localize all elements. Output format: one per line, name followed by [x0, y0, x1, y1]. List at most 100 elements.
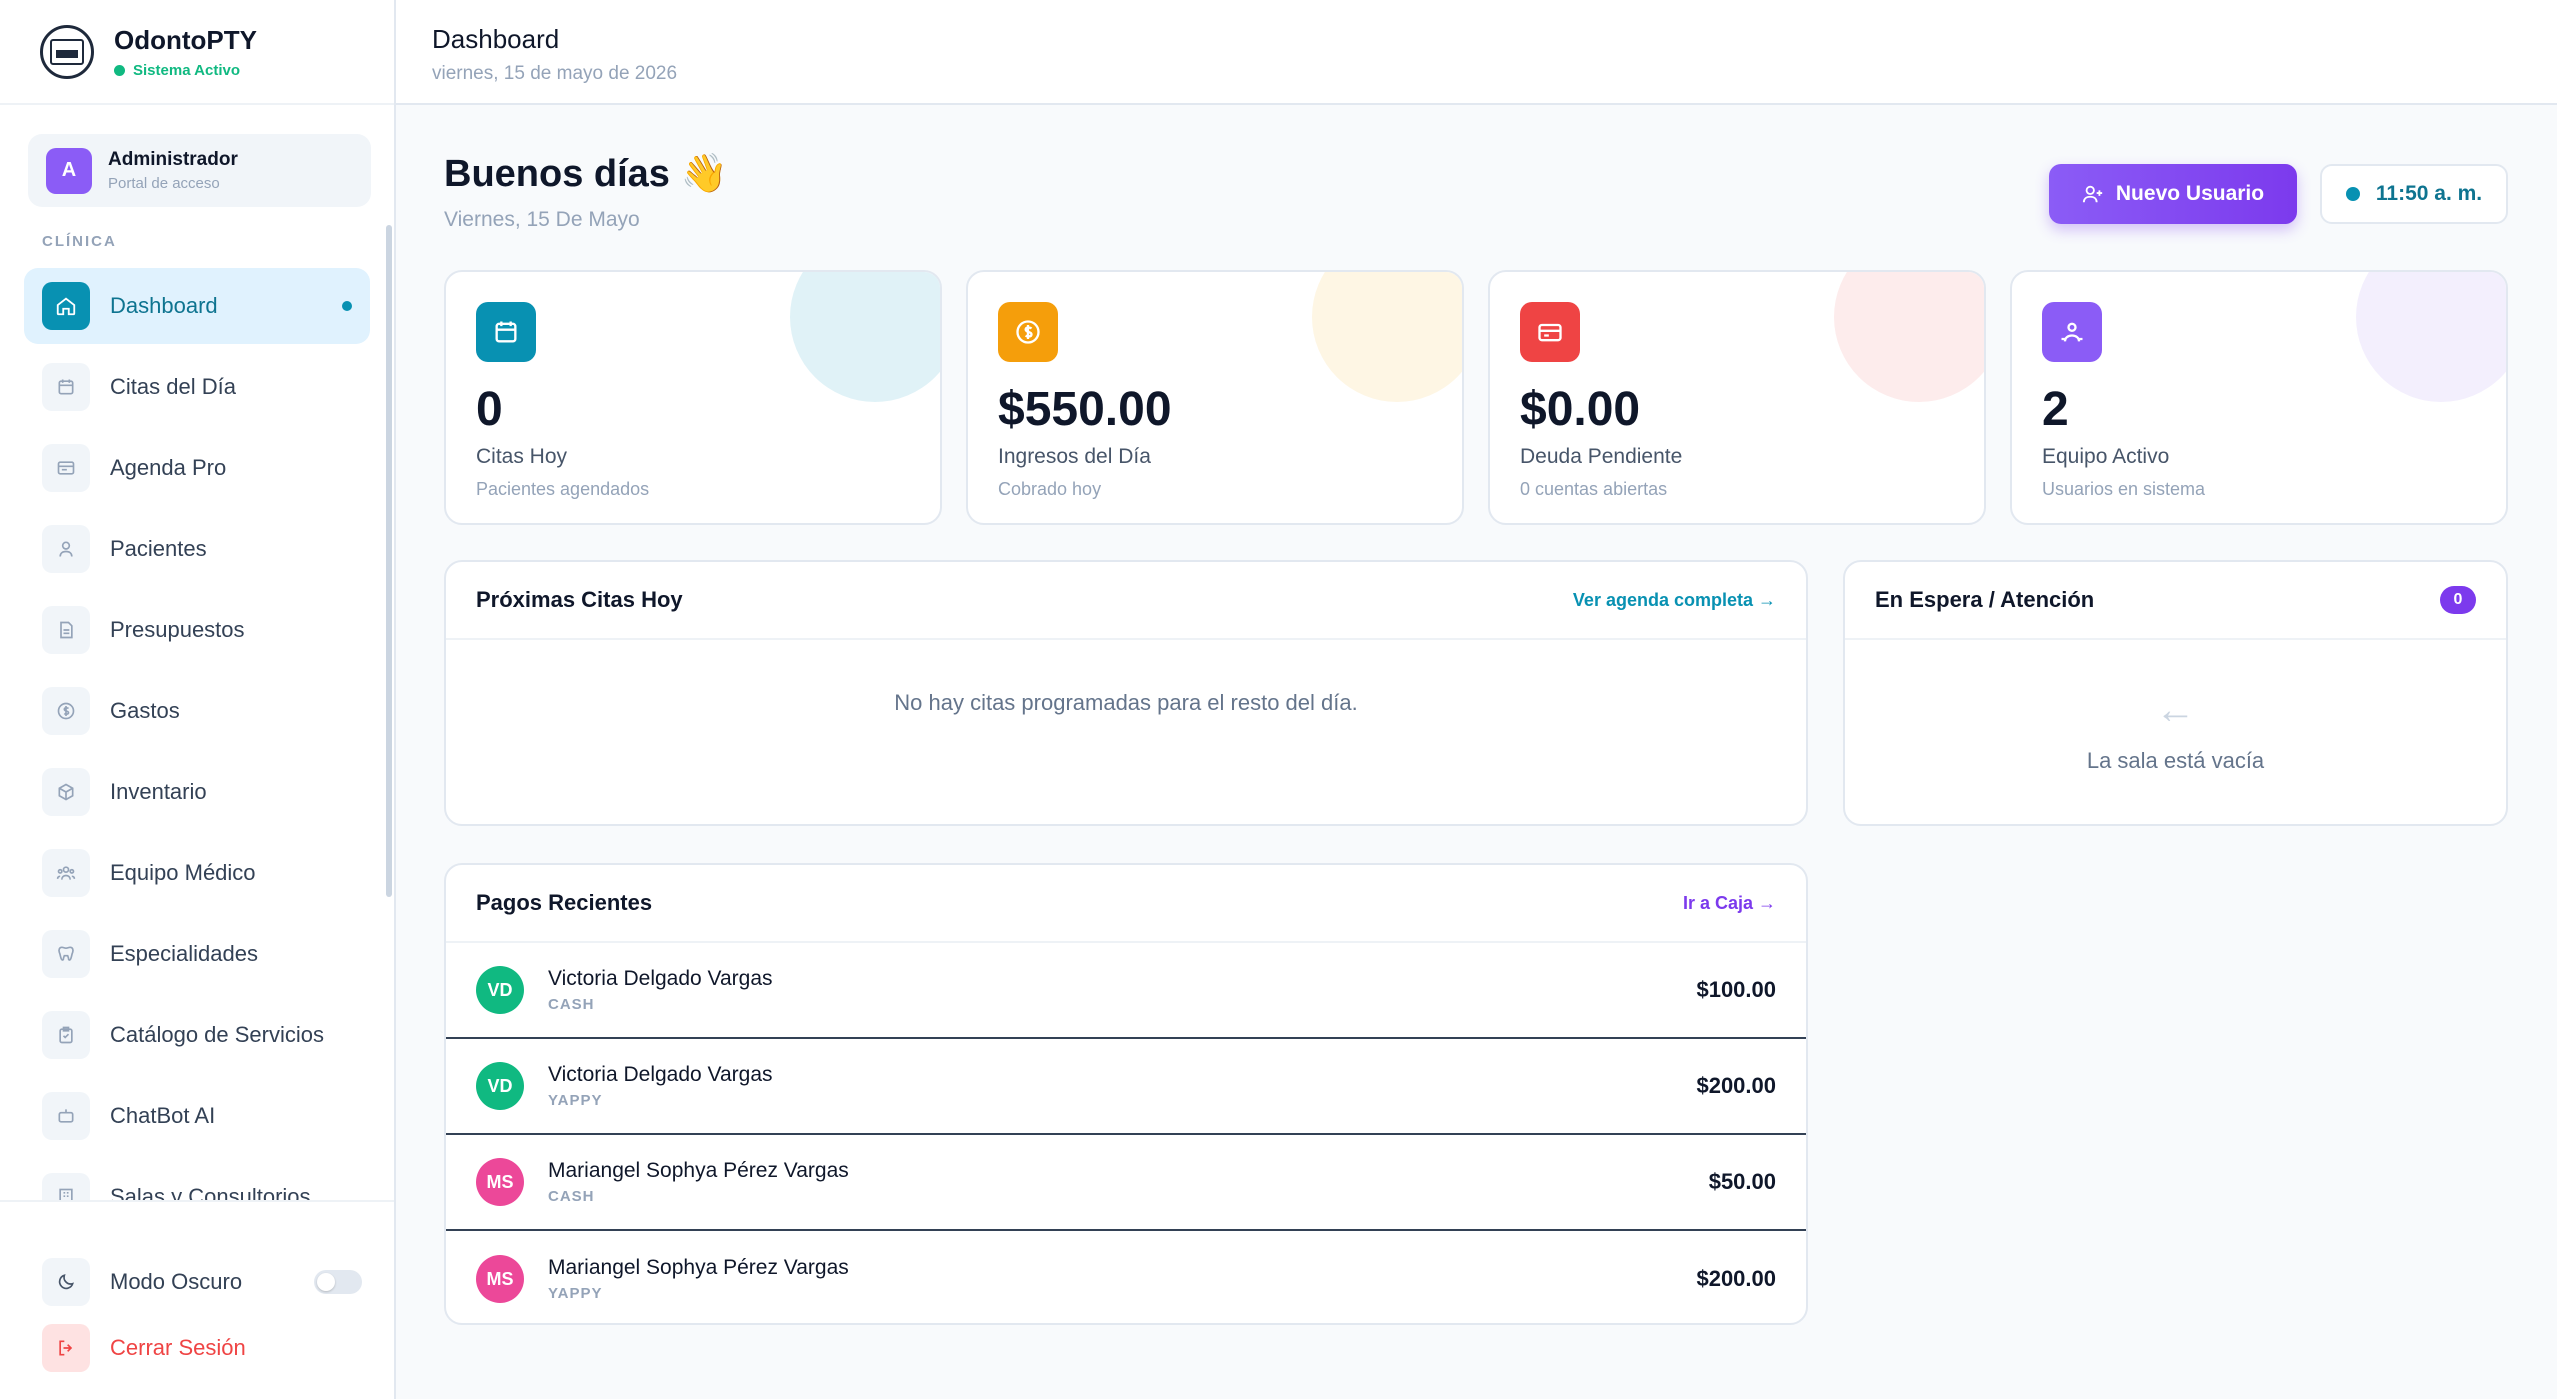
new-user-button[interactable]: Nuevo Usuario	[2049, 164, 2297, 224]
moon-icon	[42, 1258, 90, 1306]
team-icon	[2042, 302, 2102, 362]
payment-row[interactable]: VD Victoria Delgado Vargas YAPPY $200.00	[446, 1039, 1806, 1135]
empty-state-text: No hay citas programadas para el resto d…	[894, 690, 1358, 715]
stat-subtitle: Usuarios en sistema	[2042, 479, 2206, 499]
user-card[interactable]: A Administrador Portal de acceso	[28, 134, 371, 207]
sidebar-item-label: Citas del Día	[110, 374, 236, 399]
tooth-icon	[42, 930, 90, 978]
active-indicator	[342, 301, 352, 311]
payment-patient-name: Victoria Delgado Vargas	[548, 1063, 773, 1086]
sidebar-scrollbar[interactable]	[386, 225, 392, 897]
sidebar-item-chatbot-ai[interactable]: ChatBot AI	[24, 1078, 370, 1154]
calendar-icon	[476, 302, 536, 362]
dollar-icon	[42, 687, 90, 735]
payment-amount: $200.00	[1696, 1266, 1776, 1291]
new-user-label: Nuevo Usuario	[2115, 182, 2265, 205]
page-title: Dashboard	[432, 24, 560, 54]
stat-card-equipo[interactable]: 2 Equipo Activo Usuarios en sistema	[2010, 270, 2508, 525]
panel-title: En Espera / Atención	[1875, 587, 2095, 612]
payment-patient-name: Mariangel Sophya Pérez Vargas	[548, 1256, 849, 1279]
stat-subtitle: Cobrado hoy	[998, 479, 1102, 499]
sidebar-item-pacientes[interactable]: Pacientes	[24, 511, 370, 587]
sidebar-item-citas-del-dia[interactable]: Citas del Día	[24, 349, 370, 425]
stat-value: 0	[476, 383, 503, 436]
waiting-room-panel: En Espera / Atención 0 ← La sala está va…	[1843, 560, 2508, 826]
empty-state-text: La sala está vacía	[2086, 748, 2265, 773]
logout-icon	[42, 1324, 90, 1372]
greeting-title: Buenos días 👋	[444, 153, 728, 195]
sidebar-item-gastos[interactable]: Gastos	[24, 673, 370, 749]
system-status-label: Sistema Activo	[133, 61, 240, 79]
bot-icon	[42, 1092, 90, 1140]
payment-row[interactable]: VD Victoria Delgado Vargas CASH $100.00	[446, 943, 1806, 1039]
payment-patient-name: Mariangel Sophya Pérez Vargas	[548, 1159, 849, 1182]
sidebar-item-salas-consultorios[interactable]: Salas y Consultorios	[24, 1159, 370, 1200]
stat-value: 2	[2042, 383, 2069, 436]
brand-name: OdontoPTY	[114, 24, 257, 55]
credit-card-icon	[1520, 302, 1580, 362]
sidebar-nav: Dashboard Citas del Día Agenda Pro Pacie…	[24, 268, 370, 1200]
avatar: VD	[476, 966, 524, 1014]
greeting: Buenos días 👋 Viernes, 15 De Mayo	[444, 152, 728, 232]
greeting-date: Viernes, 15 De Mayo	[444, 208, 640, 231]
logout-button[interactable]: Cerrar Sesión	[42, 1324, 362, 1372]
user-role: Portal de acceso	[108, 175, 220, 192]
sidebar-item-dashboard[interactable]: Dashboard	[24, 268, 370, 344]
avatar: MS	[476, 1255, 524, 1303]
sidebar-item-presupuestos[interactable]: Presupuestos	[24, 592, 370, 668]
sidebar-item-label: Agenda Pro	[110, 455, 227, 480]
stat-label: Ingresos del Día	[998, 445, 1151, 468]
sidebar-item-especialidades[interactable]: Especialidades	[24, 916, 370, 992]
stat-subtitle: 0 cuentas abiertas	[1520, 479, 1668, 499]
payment-row[interactable]: MS Mariangel Sophya Pérez Vargas YAPPY $…	[446, 1231, 1806, 1323]
upcoming-appointments-panel: Próximas Citas Hoy Ver agenda completa →…	[444, 560, 1808, 826]
avatar: A	[46, 147, 92, 194]
stat-subtitle: Pacientes agendados	[476, 479, 650, 499]
panel-title: Próximas Citas Hoy	[476, 587, 683, 612]
stat-card-citas[interactable]: 0 Citas Hoy Pacientes agendados	[444, 270, 942, 525]
user-name: Administrador	[108, 149, 238, 170]
dark-mode-label: Modo Oscuro	[110, 1269, 243, 1294]
sidebar-footer: Modo Oscuro Cerrar Sesión	[0, 1200, 394, 1399]
clinic-logo	[40, 24, 94, 79]
waiting-count-badge: 0	[2440, 586, 2476, 614]
payment-method: YAPPY	[548, 1285, 603, 1302]
sidebar-item-label: Especialidades	[110, 941, 258, 966]
box-icon	[42, 768, 90, 816]
sidebar-item-label: Catálogo de Servicios	[110, 1022, 325, 1047]
payment-patient-name: Victoria Delgado Vargas	[548, 967, 773, 990]
sidebar-item-label: Salas y Consultorios	[110, 1184, 311, 1200]
home-icon	[42, 282, 90, 330]
clipboard-icon	[42, 1011, 90, 1059]
go-to-cashier-link[interactable]: Ir a Caja →	[1683, 893, 1776, 914]
stat-card-ingresos[interactable]: $550.00 Ingresos del Día Cobrado hoy	[966, 270, 1464, 525]
sidebar-item-label: Dashboard	[110, 293, 218, 318]
sidebar-item-agenda-pro[interactable]: Agenda Pro	[24, 430, 370, 506]
view-agenda-link[interactable]: Ver agenda completa →	[1573, 590, 1776, 611]
sidebar-item-label: Pacientes	[110, 536, 207, 561]
add-user-icon	[2082, 183, 2104, 205]
clock: 11:50 a. m.	[2320, 164, 2508, 224]
sidebar-item-inventario[interactable]: Inventario	[24, 754, 370, 830]
page-date: viernes, 15 de mayo de 2026	[432, 63, 678, 84]
sidebar-item-catalogo-servicios[interactable]: Catálogo de Servicios	[24, 997, 370, 1073]
sidebar-item-equipo-medico[interactable]: Equipo Médico	[24, 835, 370, 911]
clock-dot-icon	[2345, 187, 2360, 201]
payment-row[interactable]: MS Mariangel Sophya Pérez Vargas CASH $5…	[446, 1135, 1806, 1231]
status-dot-icon	[114, 64, 125, 76]
topbar: Dashboard viernes, 15 de mayo de 2026	[396, 0, 2557, 105]
panel-title: Pagos Recientes	[476, 890, 653, 915]
stat-label: Citas Hoy	[476, 445, 568, 468]
recent-payments-panel: Pagos Recientes Ir a Caja → VD Victoria …	[444, 863, 1808, 1325]
payment-method: YAPPY	[548, 1092, 603, 1109]
dark-mode-toggle[interactable]	[314, 1270, 362, 1294]
payment-method: CASH	[548, 1188, 595, 1205]
stat-label: Deuda Pendiente	[1520, 445, 1683, 468]
calendar-icon	[42, 363, 90, 411]
sidebar-item-label: Gastos	[110, 698, 180, 723]
coin-icon	[998, 302, 1058, 362]
dark-mode-row[interactable]: Modo Oscuro	[42, 1258, 362, 1306]
stat-card-deuda[interactable]: $0.00 Deuda Pendiente 0 cuentas abiertas	[1488, 270, 1986, 525]
sidebar-item-label: Inventario	[110, 779, 207, 804]
user-icon	[42, 525, 90, 573]
